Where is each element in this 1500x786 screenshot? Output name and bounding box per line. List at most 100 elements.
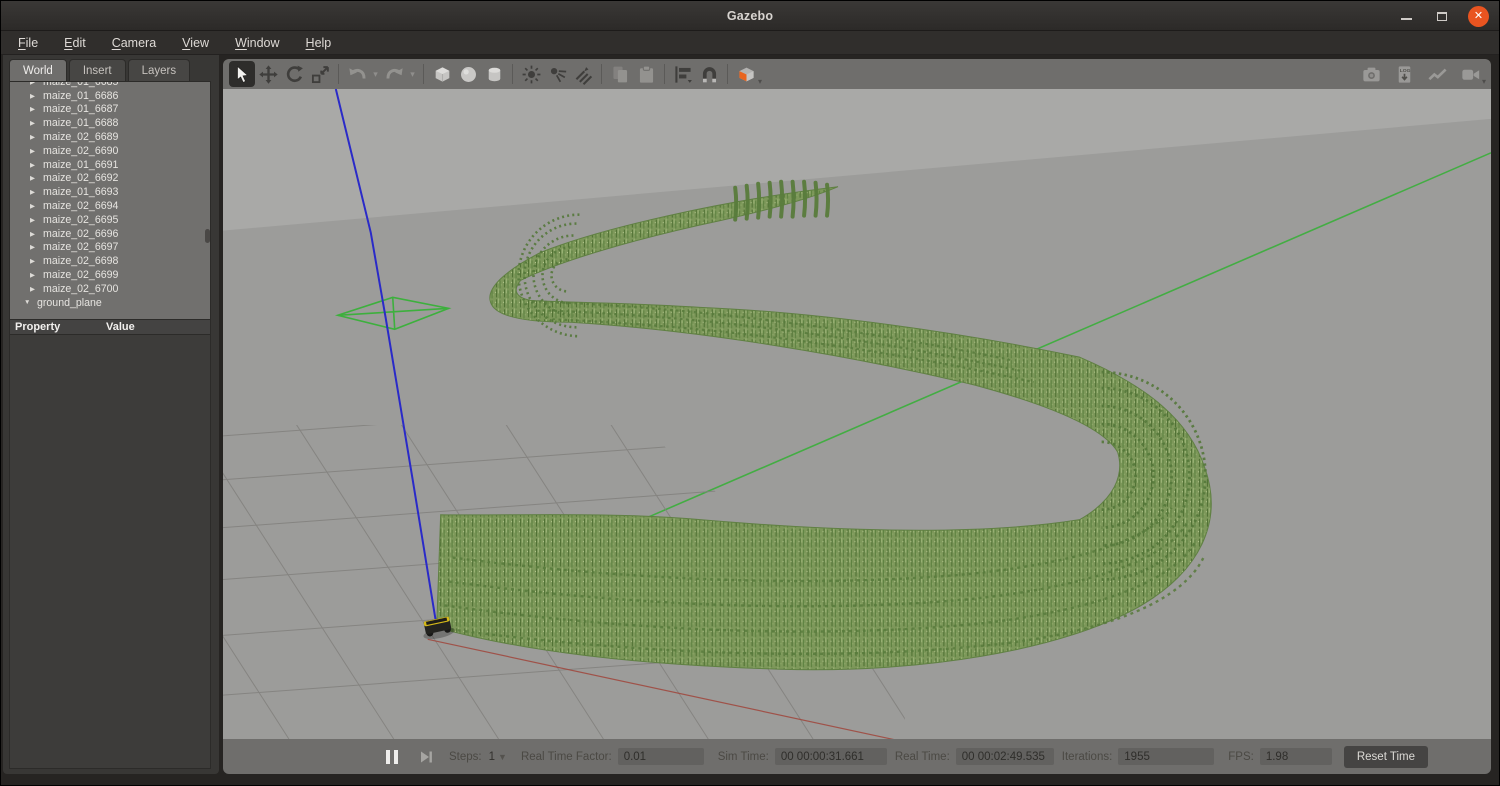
- expand-arrow-icon[interactable]: ▶: [30, 188, 43, 196]
- steps-label: Steps:: [449, 751, 482, 763]
- minimize-button[interactable]: [1396, 6, 1416, 26]
- reset-time-button[interactable]: Reset Time: [1344, 746, 1428, 768]
- steps-value[interactable]: 1: [489, 751, 495, 763]
- menu-camera[interactable]: Camera: [99, 34, 169, 52]
- redo-icon: [384, 64, 405, 85]
- tree-item-maize_02_6699[interactable]: ▶maize_02_6699: [10, 268, 210, 282]
- expand-arrow-icon[interactable]: ▶: [30, 230, 43, 238]
- menu-window[interactable]: Window: [222, 34, 292, 52]
- tree-scrollbar-thumb[interactable]: [205, 229, 210, 243]
- menu-edit[interactable]: Edit: [51, 34, 99, 52]
- select-button[interactable]: [229, 61, 255, 87]
- menu-help[interactable]: Help: [293, 34, 345, 52]
- scale-icon: [310, 64, 331, 85]
- expand-arrow-icon[interactable]: ▶: [30, 257, 43, 265]
- expand-arrow-icon[interactable]: ▶: [30, 105, 43, 113]
- close-button[interactable]: ✕: [1468, 6, 1489, 27]
- tree-item-maize_02_6696[interactable]: ▶maize_02_6696: [10, 227, 210, 241]
- tree-item-maize_02_6697[interactable]: ▶maize_02_6697: [10, 241, 210, 255]
- box-button[interactable]: [429, 61, 455, 87]
- rtf-value: 0.01: [618, 748, 704, 765]
- tree-item-label: maize_01_6691: [43, 159, 118, 171]
- align-button[interactable]: [670, 61, 696, 87]
- tree-item-maize_01_6687[interactable]: ▶maize_01_6687: [10, 103, 210, 117]
- fps-label: FPS:: [1228, 751, 1254, 763]
- rtf-label: Real Time Factor:: [521, 751, 612, 763]
- menu-file[interactable]: File: [5, 34, 51, 52]
- spot-light-button[interactable]: [544, 61, 570, 87]
- tree-item-maize_01_6686[interactable]: ▶maize_01_6686: [10, 89, 210, 103]
- window-controls: ✕: [1396, 1, 1489, 31]
- translate-button[interactable]: [255, 61, 281, 87]
- expand-arrow-icon[interactable]: ▶: [30, 119, 43, 127]
- tab-layers[interactable]: Layers: [128, 59, 191, 81]
- tree-item-maize_01_6691[interactable]: ▶maize_01_6691: [10, 158, 210, 172]
- undo-button[interactable]: [344, 61, 370, 87]
- title-bar[interactable]: Gazebo ✕: [1, 1, 1499, 31]
- expand-arrow-icon[interactable]: ▶: [30, 285, 43, 293]
- tree-item-maize_01_6693[interactable]: ▶maize_01_6693: [10, 185, 210, 199]
- tree-item-label: maize_02_6697: [43, 241, 118, 253]
- expand-arrow-icon[interactable]: ▶: [30, 202, 43, 210]
- record-video-button[interactable]: [1457, 61, 1483, 87]
- expand-arrow-icon[interactable]: ▶: [30, 92, 43, 100]
- snap-button[interactable]: [696, 61, 722, 87]
- data-logger-button[interactable]: LOG: [1391, 61, 1417, 87]
- tree-item-maize_02_6700[interactable]: ▶maize_02_6700: [10, 282, 210, 296]
- copy-button[interactable]: [607, 61, 633, 87]
- tree-item-label: maize_02_6692: [43, 172, 118, 184]
- expand-arrow-icon[interactable]: ▶: [30, 133, 43, 141]
- maximize-icon: [1437, 12, 1447, 21]
- tree-item-maize_01_6685[interactable]: ▶maize_01_6685: [10, 81, 210, 89]
- toolbar-right-group: LOG: [1358, 59, 1483, 89]
- model-tree[interactable]: ▶maize_01_6685▶maize_01_6686▶maize_01_66…: [9, 81, 211, 319]
- expand-arrow-icon[interactable]: ▶: [30, 174, 43, 182]
- paste-button[interactable]: [633, 61, 659, 87]
- directional-light-button[interactable]: [570, 61, 596, 87]
- expand-arrow-icon[interactable]: ▶: [30, 216, 43, 224]
- tree-item-maize_02_6694[interactable]: ▶maize_02_6694: [10, 199, 210, 213]
- steps-dropdown-icon[interactable]: ▼: [498, 752, 507, 762]
- tree-item-maize_02_6698[interactable]: ▶maize_02_6698: [10, 254, 210, 268]
- tab-insert[interactable]: Insert: [69, 59, 126, 81]
- viewport-canvas[interactable]: [223, 89, 1491, 739]
- tree-item-maize_01_6688[interactable]: ▶maize_01_6688: [10, 116, 210, 130]
- cylinder-button[interactable]: [481, 61, 507, 87]
- view-angle-button[interactable]: [733, 61, 759, 87]
- tab-world[interactable]: World: [9, 59, 67, 81]
- pause-button[interactable]: [381, 747, 403, 767]
- screenshot-button[interactable]: [1358, 61, 1384, 87]
- window-title: Gazebo: [727, 9, 773, 23]
- expand-arrow-icon[interactable]: ▶: [30, 243, 43, 251]
- redo-button[interactable]: [381, 61, 407, 87]
- point-light-button[interactable]: [518, 61, 544, 87]
- expand-arrow-icon[interactable]: ▶: [30, 271, 43, 279]
- tree-item-ground_plane[interactable]: ▼ground_plane: [10, 296, 210, 310]
- property-table-header: Property Value: [9, 319, 211, 335]
- tree-item-maize_02_6695[interactable]: ▶maize_02_6695: [10, 213, 210, 227]
- svg-text:LOG: LOG: [1399, 67, 1410, 73]
- collapse-arrow-icon[interactable]: ▼: [24, 299, 37, 306]
- iterations-value: 1955: [1118, 748, 1214, 765]
- render-area: ▾ ▾ LOG: [223, 59, 1491, 774]
- plot-button[interactable]: [1424, 61, 1450, 87]
- undo-icon: [347, 64, 368, 85]
- expand-arrow-icon[interactable]: ▶: [30, 161, 43, 169]
- undo-history-button[interactable]: ▾: [370, 69, 381, 80]
- maximize-button[interactable]: [1432, 6, 1452, 26]
- expand-arrow-icon[interactable]: ▶: [30, 81, 43, 86]
- property-table-body[interactable]: [9, 335, 211, 769]
- expand-arrow-icon[interactable]: ▶: [30, 147, 43, 155]
- sphere-button[interactable]: [455, 61, 481, 87]
- scale-button[interactable]: [307, 61, 333, 87]
- step-button[interactable]: [417, 749, 435, 765]
- toolbar-separator: [601, 64, 602, 84]
- tree-item-maize_02_6692[interactable]: ▶maize_02_6692: [10, 172, 210, 186]
- tree-item-maize_02_6689[interactable]: ▶maize_02_6689: [10, 130, 210, 144]
- redo-history-button[interactable]: ▾: [407, 69, 418, 80]
- tree-item-maize_02_6690[interactable]: ▶maize_02_6690: [10, 144, 210, 158]
- tree-item-label: maize_02_6695: [43, 214, 118, 226]
- menu-view[interactable]: View: [169, 34, 222, 52]
- rotate-button[interactable]: [281, 61, 307, 87]
- translate-icon: [258, 64, 279, 85]
